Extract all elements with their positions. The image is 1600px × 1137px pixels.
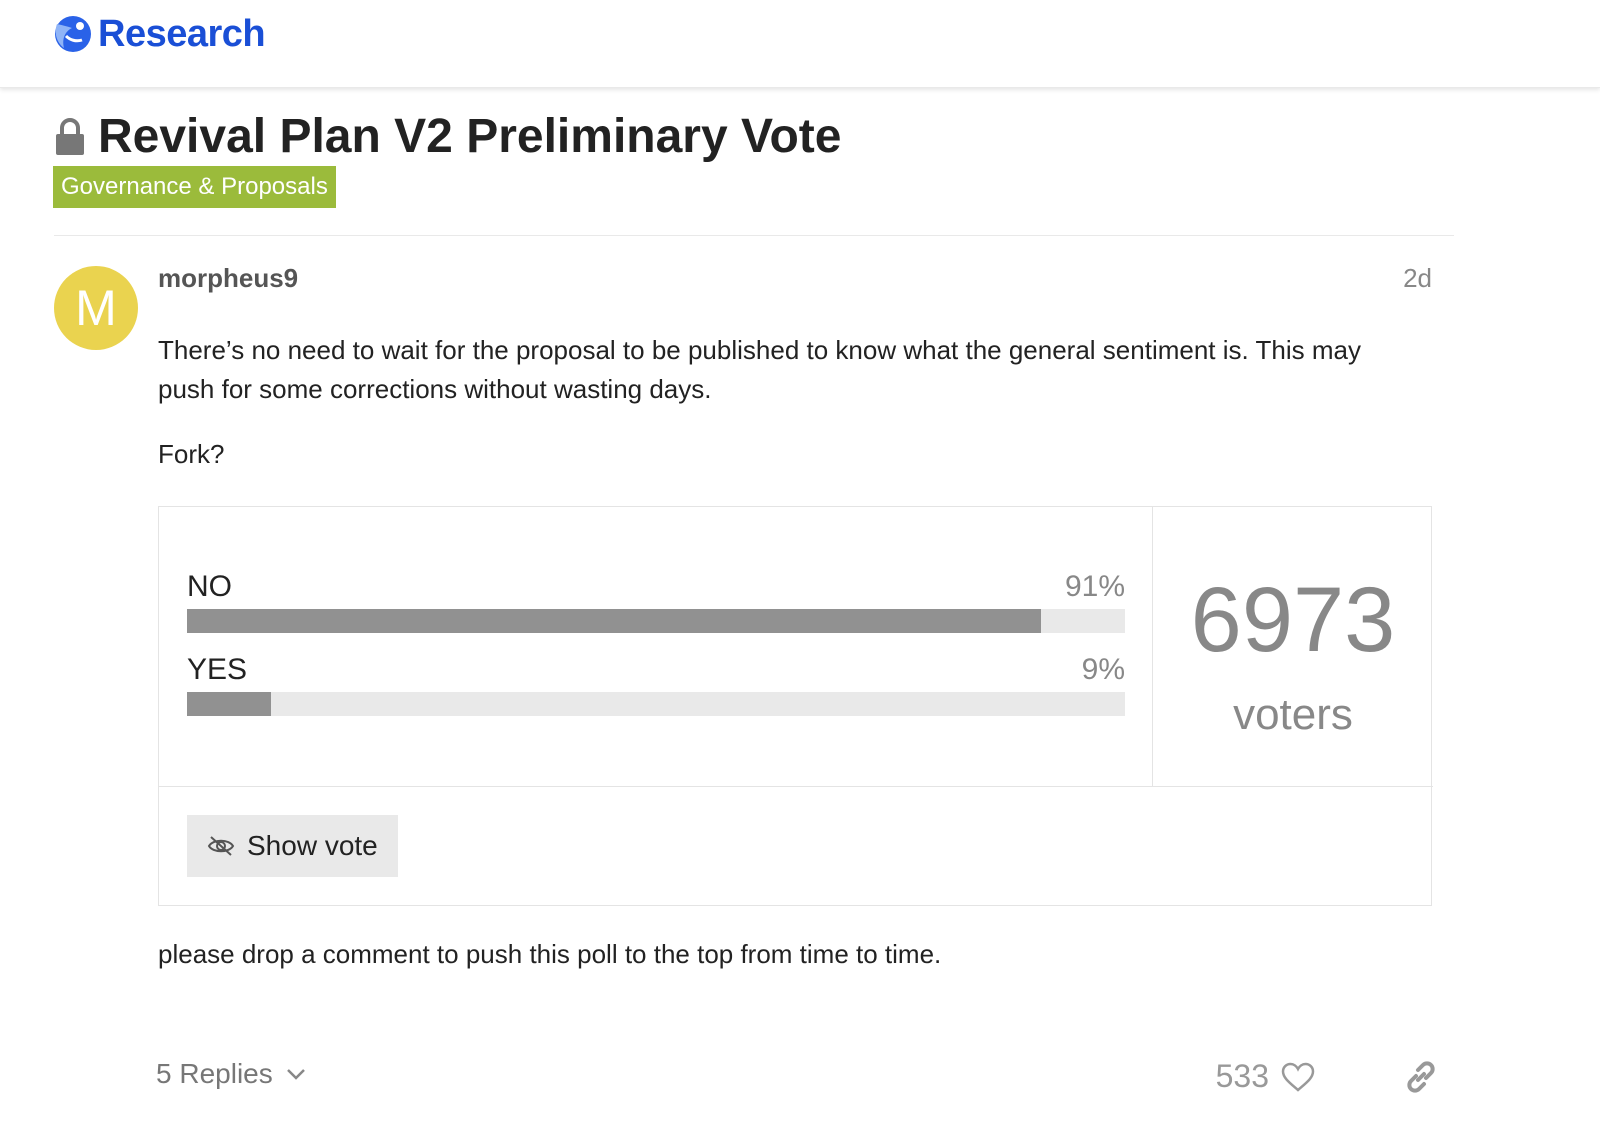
show-vote-label: Show vote bbox=[247, 830, 378, 861]
poll-option-label: YES bbox=[187, 653, 248, 686]
topic-divider bbox=[54, 235, 1454, 236]
chevron-down-icon bbox=[286, 1069, 305, 1080]
topic-title[interactable]: Revival Plan V2 Preliminary Vote bbox=[98, 110, 841, 164]
like-count[interactable]: 533 bbox=[1216, 1058, 1269, 1095]
poll-bar-track bbox=[187, 609, 1125, 633]
poll-bar-track bbox=[187, 692, 1125, 716]
poll-option-percent: 91% bbox=[1064, 570, 1125, 603]
post-paragraph: There’s no need to wait for the proposal… bbox=[158, 335, 1361, 404]
eye-slash-icon bbox=[207, 836, 235, 856]
site-logo[interactable]: Research bbox=[52, 12, 266, 56]
post-date[interactable]: 2d bbox=[1403, 263, 1432, 294]
post-body: There’s no need to wait for the proposal… bbox=[158, 331, 1418, 474]
research-logo-icon bbox=[55, 16, 91, 52]
logo-text: Research bbox=[98, 13, 266, 55]
voter-label: voters bbox=[1233, 690, 1353, 739]
site-header: Research bbox=[0, 0, 1600, 88]
poll-option-percent: 9% bbox=[1081, 653, 1125, 686]
post-closing-text: please drop a comment to push this poll … bbox=[158, 939, 942, 969]
post-paragraph-question: Fork? bbox=[158, 439, 225, 469]
voter-count: 6973 bbox=[1190, 569, 1396, 671]
topic-title-row: Revival Plan V2 Preliminary Vote bbox=[54, 110, 841, 164]
poll-bar-fill bbox=[187, 609, 1041, 633]
poll-info: 6973 voters bbox=[1153, 507, 1433, 787]
poll: NO 91% YES 9% 6973 voters Show vote bbox=[158, 506, 1433, 906]
heart-icon[interactable] bbox=[1281, 1062, 1315, 1092]
lock-icon bbox=[56, 118, 84, 155]
category-badge[interactable]: Governance & Proposals bbox=[53, 166, 336, 208]
replies-toggle[interactable]: 5 Replies bbox=[156, 1058, 307, 1090]
likes: 533 bbox=[1216, 1058, 1315, 1095]
link-icon[interactable] bbox=[1404, 1060, 1438, 1094]
avatar[interactable]: M bbox=[54, 266, 138, 350]
poll-option-no: NO 91% bbox=[187, 569, 1125, 639]
poll-option-yes: YES 9% bbox=[187, 652, 1125, 722]
post-username[interactable]: morpheus9 bbox=[158, 263, 298, 294]
poll-bar-fill bbox=[187, 692, 272, 716]
poll-option-label: NO bbox=[187, 570, 232, 603]
replies-label: 5 Replies bbox=[156, 1058, 273, 1089]
show-vote-button[interactable]: Show vote bbox=[187, 815, 398, 877]
poll-results: NO 91% YES 9% bbox=[159, 507, 1153, 787]
